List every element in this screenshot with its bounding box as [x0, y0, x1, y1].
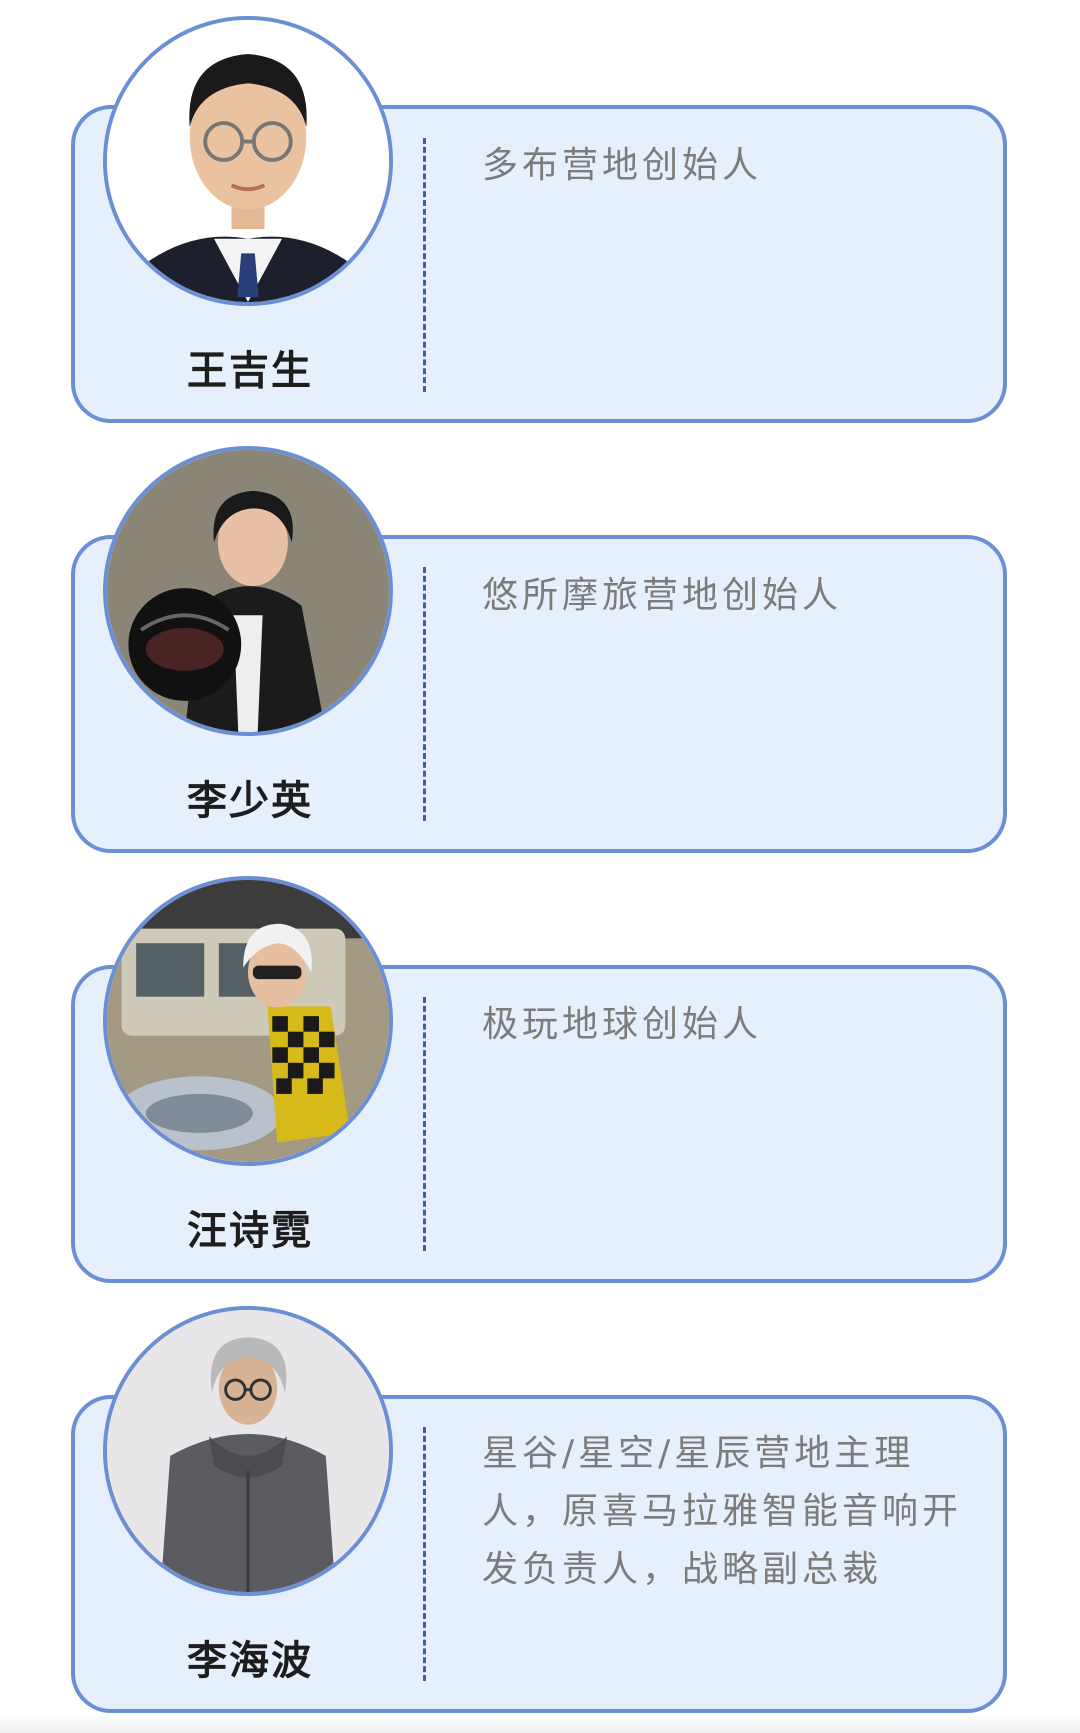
- avatar: [103, 446, 393, 736]
- woman-on-motorcycle-avatar-icon: [107, 880, 389, 1162]
- woman-with-helmet-avatar-icon: [107, 450, 389, 732]
- person-name: 王吉生: [187, 348, 313, 394]
- person-name: 李少英: [187, 778, 313, 824]
- person-role: 多布营地创始人: [482, 145, 763, 186]
- avatar: [103, 876, 393, 1166]
- divider: [423, 1427, 426, 1681]
- avatar: [103, 1306, 393, 1596]
- man-in-suit-avatar-icon: [107, 20, 389, 302]
- divider: [423, 997, 426, 1251]
- person-role: 悠所摩旅营地创始人: [482, 575, 843, 616]
- man-in-hoodie-avatar-icon: [107, 1310, 389, 1592]
- avatar: [103, 16, 393, 306]
- person-name: 李海波: [187, 1638, 313, 1684]
- person-role: 极玩地球创始人: [482, 1004, 763, 1045]
- person-role: 星谷/星空/星辰营地主理人，原喜马拉雅智能音响开发负责人，战略副总裁: [482, 1433, 963, 1590]
- divider: [423, 567, 426, 821]
- person-name: 汪诗霓: [187, 1208, 313, 1254]
- bottom-fade: [0, 1713, 1080, 1733]
- divider: [423, 138, 426, 392]
